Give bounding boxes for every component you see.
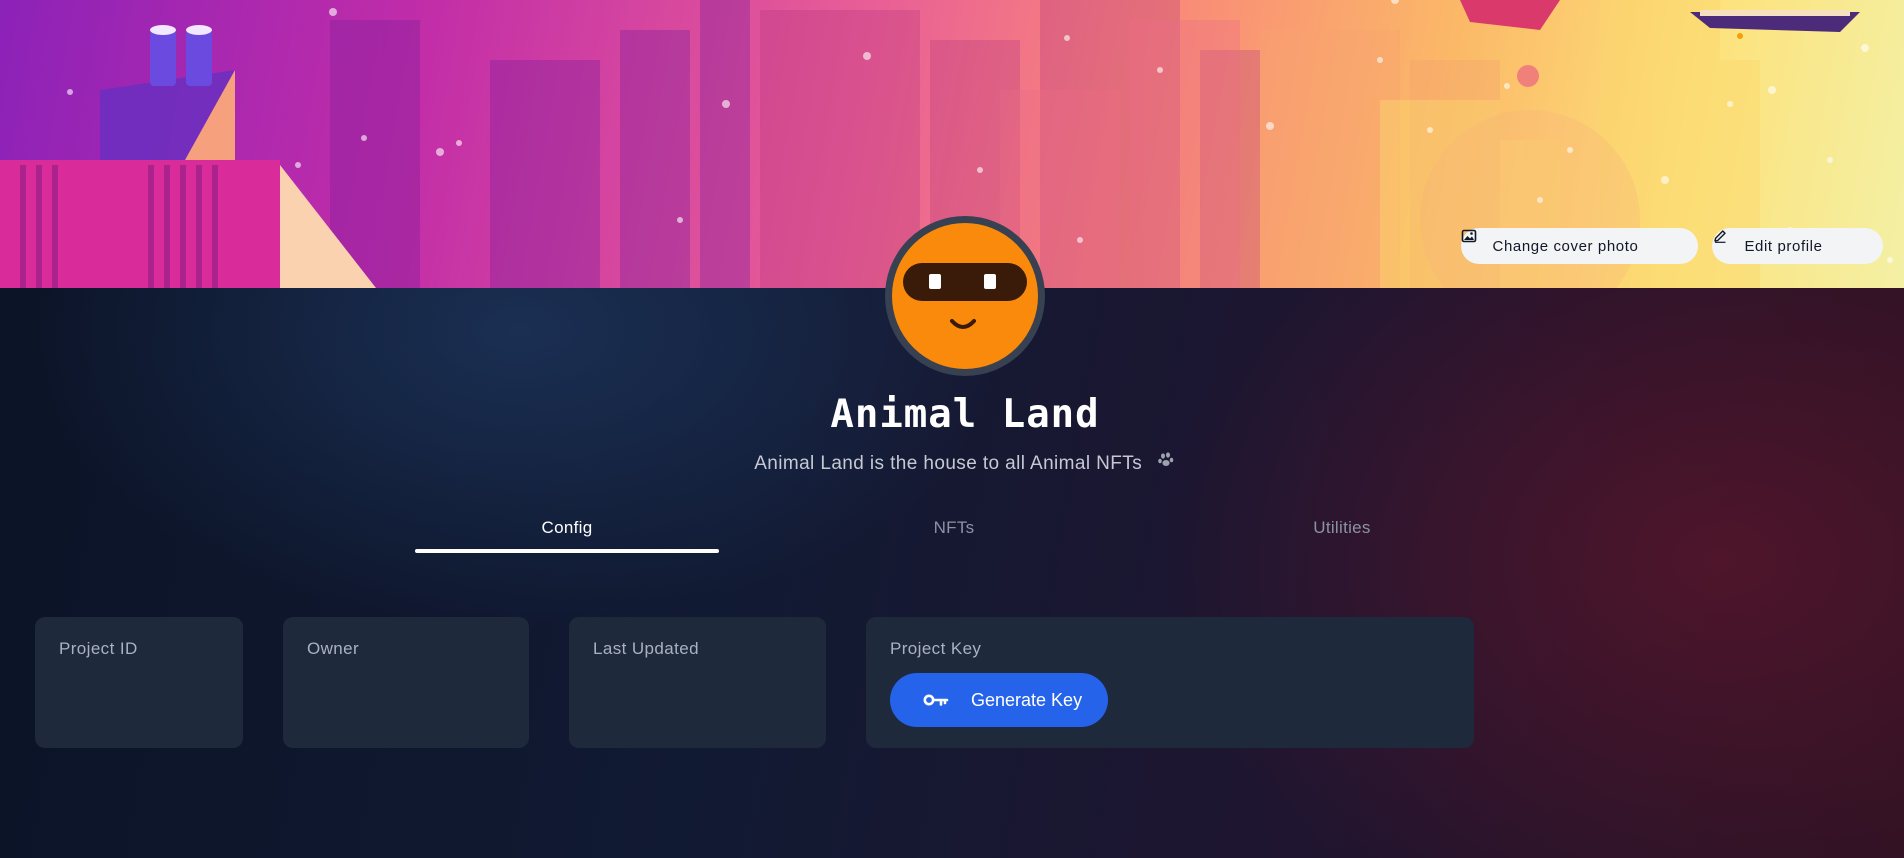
avatar (885, 216, 1045, 376)
paw-icon (1156, 451, 1176, 474)
change-cover-photo-label: Change cover photo (1492, 237, 1639, 255)
tab-config[interactable]: Config (415, 518, 719, 552)
owner-label: Owner (307, 639, 360, 658)
pencil-icon (1714, 230, 1851, 254)
active-tab-indicator (415, 549, 719, 553)
project-id-card: Project ID (35, 617, 243, 748)
generate-key-button[interactable]: Generate Key (890, 673, 1108, 727)
edit-profile-button[interactable]: Edit profile (1712, 228, 1883, 264)
last-updated-label: Last Updated (593, 639, 699, 658)
generate-key-label: Generate Key (971, 689, 1083, 710)
tab-nfts[interactable]: NFTs (802, 518, 1106, 552)
image-icon (1461, 229, 1666, 254)
key-icon (923, 692, 949, 708)
profile-page: Change cover photo Edit profile Animal L… (0, 0, 1904, 858)
profile-description-line: Animal Land is the house to all Animal N… (0, 451, 1904, 475)
project-key-label: Project Key (890, 639, 982, 658)
change-cover-photo-button[interactable]: Change cover photo (1461, 228, 1698, 264)
last-updated-card: Last Updated (569, 617, 826, 748)
owner-card: Owner (283, 617, 529, 748)
profile-name: Animal Land (830, 392, 1100, 437)
profile-description: Animal Land is the house to all Animal N… (754, 453, 1143, 474)
masked-smiley-icon (903, 263, 1027, 329)
edit-profile-label: Edit profile (1744, 237, 1823, 255)
project-id-label: Project ID (59, 639, 138, 658)
tab-utilities[interactable]: Utilities (1190, 518, 1494, 552)
project-key-card: Project Key Generate Key (866, 617, 1474, 748)
